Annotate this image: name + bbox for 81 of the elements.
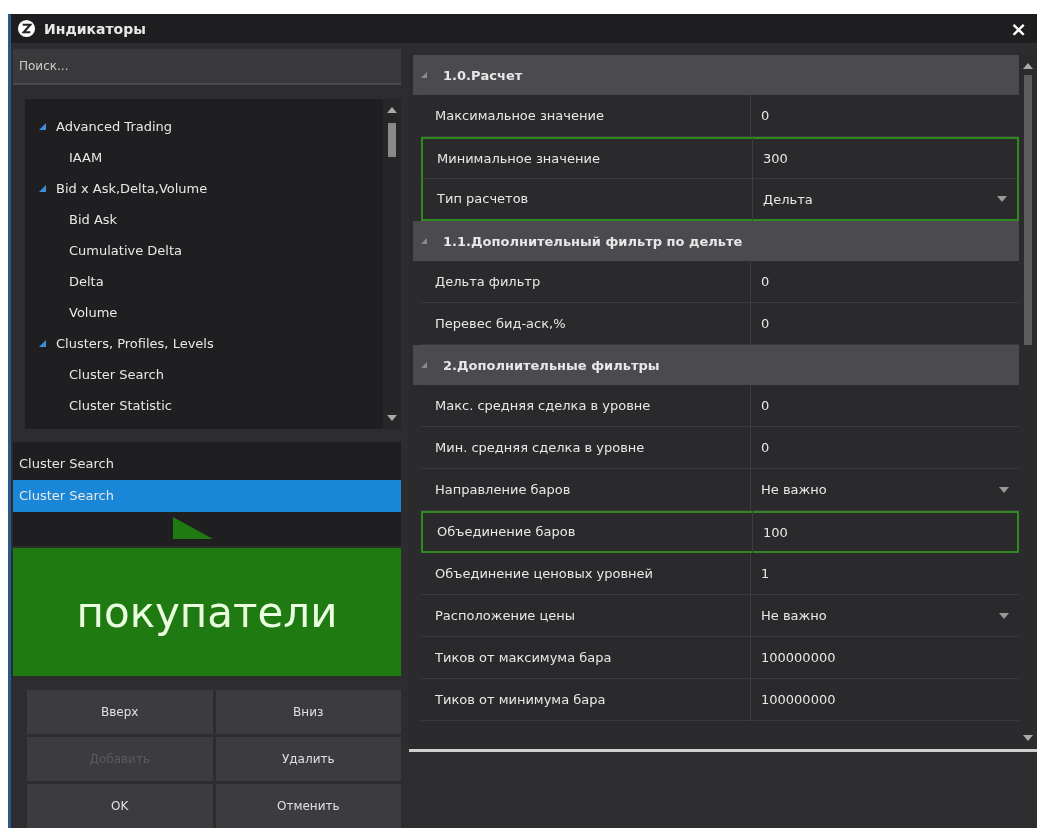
collapse-arrow-icon[interactable]: [421, 362, 427, 368]
property-name: Расположение цены: [421, 594, 751, 637]
tree-item[interactable]: Cluster Search: [39, 359, 164, 390]
scrollbar-thumb[interactable]: [388, 123, 396, 157]
list-item[interactable]: Cluster Search: [13, 448, 401, 480]
dropdown-value: Не важно: [761, 608, 827, 623]
property-name: Тиков от минимума бара: [421, 678, 751, 721]
property-name: Дельта фильтр: [421, 260, 751, 303]
property-row[interactable]: Объединение ценовых уровней 1: [421, 553, 1019, 595]
property-row[interactable]: Максимальное значение 0: [421, 95, 1019, 137]
category-header[interactable]: 2.Дополнительные фильтры: [413, 345, 1019, 385]
dropdown-caret-icon[interactable]: [997, 196, 1007, 202]
tree-item[interactable]: IAAM: [39, 142, 103, 173]
tree-category[interactable]: Advanced Trading: [56, 119, 173, 134]
dropdown-caret-icon[interactable]: [999, 486, 1009, 493]
property-name: Мин. средняя сделка в уровне: [421, 426, 751, 469]
value-field[interactable]: 0: [761, 274, 770, 289]
dialog-button[interactable]: Отменить: [215, 784, 401, 828]
property-name: Объединение ценовых уровней: [421, 552, 751, 595]
dropdown-value: Дельта: [763, 191, 813, 207]
scroll-down-icon[interactable]: [387, 415, 397, 421]
property-row[interactable]: Мин. средняя сделка в уровне 0: [421, 427, 1019, 469]
value-field[interactable]: 0: [761, 108, 770, 123]
property-name: Макс. средняя сделка в уровне: [421, 384, 751, 427]
category-header[interactable]: 1.1.Дополнительный фильтр по дельте: [413, 221, 1019, 261]
tree-item[interactable]: Delta: [39, 266, 104, 297]
property-name: Тиков от максимума бара: [421, 636, 751, 679]
dropdown-caret-icon[interactable]: [999, 612, 1009, 619]
property-row[interactable]: Тиков от максимума бара 100000000: [421, 637, 1019, 679]
property-row[interactable]: Макс. средняя сделка в уровне 0: [421, 385, 1019, 427]
close-button[interactable]: ×: [1006, 16, 1031, 41]
category-title: 2.Дополнительные фильтры: [443, 357, 660, 373]
value-field[interactable]: 300: [763, 151, 788, 166]
scroll-down-icon[interactable]: [1023, 735, 1033, 741]
category-header[interactable]: 1.0.Расчет: [413, 55, 1019, 95]
scroll-up-icon[interactable]: [387, 107, 397, 113]
search-field[interactable]: Поиск...: [13, 49, 401, 85]
expand-arrow-icon[interactable]: [39, 340, 46, 347]
property-name: Тип расчетов: [423, 178, 753, 220]
dropdown-value: Не важно: [761, 482, 827, 497]
category-title: 1.0.Расчет: [443, 67, 523, 83]
value-field[interactable]: 0: [761, 316, 770, 331]
scrollbar-thumb[interactable]: [1024, 75, 1032, 345]
property-row[interactable]: Тип расчетов Дельта: [421, 179, 1019, 221]
value-dropdown[interactable]: Не важно: [751, 482, 1019, 497]
tree-item[interactable]: Bid Ask: [39, 204, 118, 235]
tree-item[interactable]: Volume: [39, 297, 118, 328]
value-field[interactable]: 100000000: [761, 650, 836, 665]
dialog-button[interactable]: Вверх: [27, 690, 213, 734]
tree-item[interactable]: Cumulative Delta: [39, 235, 182, 266]
value-field[interactable]: 0: [761, 440, 770, 455]
property-row[interactable]: Дельта фильтр 0: [421, 261, 1019, 303]
collapse-arrow-icon[interactable]: [421, 72, 427, 78]
property-row[interactable]: Тиков от минимума бара 100000000: [421, 679, 1019, 721]
value-field[interactable]: 1: [761, 566, 770, 581]
value-field[interactable]: 0: [761, 398, 770, 413]
app-logo-icon: [17, 19, 36, 38]
value-dropdown[interactable]: Не важно: [751, 608, 1019, 623]
property-row[interactable]: Направление баров Не важно: [421, 469, 1019, 511]
property-row[interactable]: Минимальное значение 300: [421, 137, 1019, 179]
dialog-button[interactable]: OK: [27, 784, 213, 828]
property-row[interactable]: Перевес бид-аск,% 0: [421, 303, 1019, 345]
collapse-arrow-icon[interactable]: [421, 238, 427, 244]
property-row[interactable]: Объединение баров 100: [421, 511, 1019, 553]
scroll-up-icon[interactable]: [1023, 63, 1033, 69]
property-name: Максимальное значение: [421, 94, 751, 137]
value-field[interactable]: 100: [763, 524, 788, 540]
expand-arrow-icon[interactable]: [39, 123, 46, 130]
tree-category[interactable]: Bid x Ask,Delta,Volume: [56, 181, 208, 196]
property-row[interactable]: Расположение цены Не важно: [421, 595, 1019, 637]
value-dropdown[interactable]: Дельта: [753, 191, 1017, 207]
tree-category[interactable]: Clusters, Profiles, Levels: [56, 336, 214, 351]
window-title: Индикаторы: [44, 20, 147, 37]
expand-arrow-icon[interactable]: [39, 185, 46, 192]
category-title: 1.1.Дополнительный фильтр по дельте: [443, 233, 743, 249]
property-name: Направление баров: [421, 468, 751, 511]
tree-item[interactable]: Cluster Statistic: [39, 390, 172, 421]
property-name: Перевес бид-аск,%: [421, 302, 751, 345]
value-field[interactable]: 100000000: [761, 692, 836, 707]
dialog-button[interactable]: Вниз: [215, 690, 401, 734]
dialog-button[interactable]: Удалить: [215, 737, 401, 781]
